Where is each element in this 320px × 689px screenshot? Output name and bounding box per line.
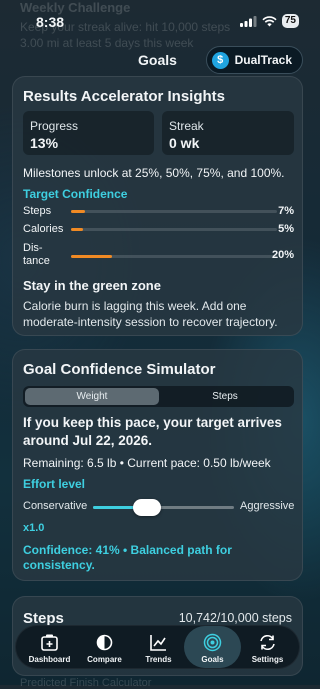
dualtrack-label: DualTrack (234, 53, 292, 67)
goals-target-icon (203, 633, 222, 652)
confidence-bar (71, 210, 277, 213)
confidence-row-distance: Dis- tance 20% (23, 241, 294, 269)
background-calculator-title: Predicted Finish Calculator (20, 677, 152, 689)
confidence-bar-fill (71, 255, 113, 258)
status-time: 8:38 (36, 14, 65, 30)
remaining-text: Remaining: 6.5 lb • Current pace: 0.50 l… (23, 456, 271, 470)
tab-steps[interactable]: Steps (158, 388, 292, 405)
row-percent: 20% (271, 249, 294, 261)
streak-tile: Streak 0 wk (162, 111, 294, 155)
effort-slider-thumb[interactable] (132, 499, 161, 516)
milestones-text: Milestones unlock at 25%, 50%, 75%, and … (23, 166, 285, 180)
confidence-bar-fill (71, 228, 84, 231)
dualtrack-button[interactable]: $ DualTrack (205, 46, 303, 74)
nav-compare[interactable]: Compare (76, 626, 133, 668)
row-label: Steps (23, 205, 52, 217)
compare-icon (96, 634, 113, 651)
confidence-row-calories: Calories 5% (23, 223, 294, 238)
progress-tile: Progress 13% (23, 111, 154, 155)
metric-segmented-control: Weight Steps (23, 386, 294, 407)
effort-level-label: Effort level (23, 477, 86, 491)
steps-value: 10,742/10,000 steps (178, 611, 292, 625)
results-insights-card: Results Accelerator Insights Progress 13… (12, 76, 303, 336)
nav-label: Trends (145, 655, 172, 664)
confidence-bar (71, 255, 277, 258)
nav-label: Compare (87, 655, 122, 664)
dashboard-icon (41, 634, 58, 651)
confidence-bar (71, 228, 277, 231)
row-percent: 5% (278, 223, 294, 235)
row-percent: 7% (278, 205, 294, 217)
zone-title: Stay in the green zone (23, 278, 161, 293)
wifi-icon (262, 15, 277, 26)
battery-indicator: 75 (281, 14, 299, 28)
nav-trends[interactable]: Trends (130, 626, 187, 668)
effort-multiplier: x1.0 (23, 522, 45, 534)
progress-label: Progress (30, 119, 79, 133)
trends-icon (150, 635, 166, 651)
effort-slider[interactable] (93, 499, 234, 516)
card-title: Goal Confidence Simulator (23, 361, 216, 378)
row-label: Calories (23, 223, 64, 235)
streak-value: 0 wk (169, 135, 200, 151)
row-label: Dis- tance (23, 242, 50, 267)
nav-label: Settings (251, 655, 284, 664)
nav-settings[interactable]: Settings (239, 626, 296, 668)
confidence-bar-fill (71, 210, 86, 213)
slider-min-label: Conservative (23, 500, 88, 512)
zone-body: Calorie burn is lagging this week. Add o… (23, 299, 278, 329)
goal-simulator-card: Goal Confidence Simulator Weight Steps I… (12, 349, 303, 581)
confidence-text: Confidence: 41% • Balanced path for cons… (23, 543, 232, 572)
streak-label: Streak (169, 119, 204, 133)
signal-icon (239, 15, 257, 27)
confidence-row-steps: Steps 7% (23, 205, 294, 220)
nav-label: Dashboard (28, 655, 71, 664)
progress-value: 13% (30, 135, 59, 151)
projection-text: If you keep this pace, your target arriv… (23, 415, 282, 448)
settings-sync-icon (260, 635, 275, 650)
nav-label: Goals (201, 655, 224, 664)
target-confidence-heading: Target Confidence (23, 187, 128, 201)
nav-dashboard[interactable]: Dashboard (21, 626, 78, 668)
slider-max-label: Aggressive (240, 500, 295, 512)
dollar-icon: $ (211, 51, 229, 69)
status-bar: 8:38 75 (0, 0, 315, 44)
nav-goals[interactable]: Goals (184, 626, 241, 668)
tab-weight[interactable]: Weight (25, 388, 159, 405)
card-title: Results Accelerator Insights (23, 88, 226, 105)
bottom-tab-bar: Dashboard Compare Trends Goals Settings (15, 625, 300, 669)
